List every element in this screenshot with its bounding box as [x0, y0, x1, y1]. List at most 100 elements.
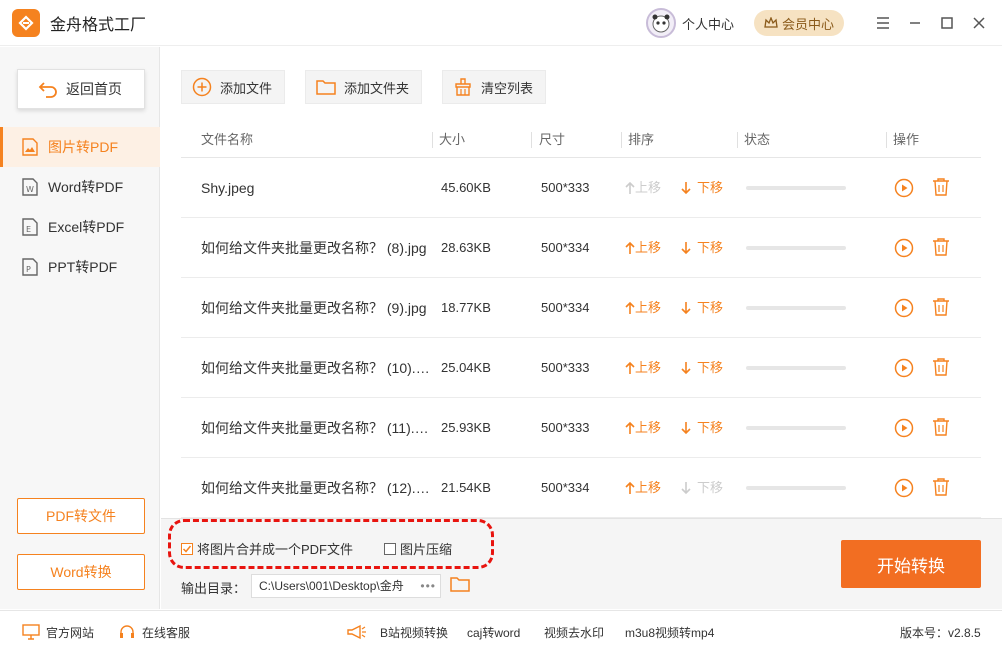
output-path-field[interactable]: C:\Users\001\Desktop\金舟 •••	[251, 574, 441, 598]
open-folder-icon[interactable]	[450, 575, 470, 596]
online-service-link[interactable]: 在线客服	[118, 611, 190, 652]
table-row: 如何给文件夹批量更改名称？ (9).jpg 18.77KB 500*334 上移 下移	[181, 278, 981, 338]
move-down-label: 下移	[697, 360, 724, 375]
return-icon	[38, 82, 57, 98]
merge-pdf-label: 将图片合并成一个PDF文件	[197, 542, 354, 557]
clear-list-label: 清空列表	[481, 80, 534, 96]
merge-pdf-checkbox[interactable]: 将图片合并成一个PDF文件	[181, 539, 353, 558]
pdf-to-file-button[interactable]: PDF转文件	[17, 498, 145, 534]
move-down-label: 下移	[697, 480, 724, 495]
header-dimension: 尺寸	[539, 132, 566, 147]
move-up-label: 上移	[635, 480, 662, 495]
user-avatar[interactable]	[645, 8, 676, 38]
header-order: 排序	[628, 132, 655, 147]
move-down-button[interactable]: 下移	[681, 278, 723, 338]
minimize-icon[interactable]	[900, 8, 930, 38]
play-icon[interactable]	[894, 358, 914, 381]
word-file-icon: W	[22, 178, 38, 196]
version-label: 版本号：v2.8.5	[900, 625, 981, 640]
trash-icon[interactable]	[932, 417, 950, 440]
sidebar-item-label: 图片转PDF	[48, 139, 118, 155]
move-up-button[interactable]: 上移	[625, 218, 661, 278]
file-size: 28.63KB	[441, 240, 491, 255]
more-icon[interactable]: •••	[417, 575, 436, 597]
file-size: 21.54KB	[441, 480, 491, 495]
add-folder-button[interactable]: 添加文件夹	[305, 70, 423, 104]
move-up-button[interactable]: 上移	[625, 278, 661, 338]
start-convert-button[interactable]: 开始转换	[841, 540, 981, 588]
footer-link-caj[interactable]: caj转word	[467, 611, 520, 652]
sidebar-item-word-to-pdf[interactable]: W Word转PDF	[0, 167, 160, 207]
move-down-button[interactable]: 下移	[681, 338, 723, 398]
vip-center-button[interactable]: 会员中心	[753, 10, 844, 36]
table-row: 如何给文件夹批量更改名称？ (12).jpg 21.54KB 500*334 上移 下移	[181, 458, 981, 518]
status-progress-bar	[746, 366, 846, 370]
play-icon[interactable]	[894, 178, 914, 201]
table-body: Shy.jpeg 45.60KB 500*333 上移 下移 如何给文件夹批量更改名称？ …	[181, 158, 981, 518]
trash-icon[interactable]	[932, 237, 950, 260]
table-header: 文件名称 大小 尺寸 排序 状态 操作	[181, 122, 981, 158]
menu-icon[interactable]	[868, 8, 898, 38]
file-dimension: 500*333	[541, 420, 590, 435]
file-dimension: 500*333	[541, 180, 590, 195]
footer-link-watermark[interactable]: 视频去水印	[544, 611, 604, 652]
trash-icon[interactable]	[932, 357, 950, 380]
move-down-button[interactable]: 下移	[681, 398, 723, 458]
move-down-button[interactable]: 下移	[681, 158, 723, 218]
move-down-button[interactable]: 下移	[681, 458, 723, 518]
maximize-icon[interactable]	[932, 8, 962, 38]
trash-icon[interactable]	[932, 297, 950, 320]
folder-icon	[316, 80, 336, 95]
arrow-down-icon	[681, 362, 691, 375]
arrow-down-icon	[681, 422, 691, 435]
sidebar-item-image-to-pdf[interactable]: 图片转PDF	[0, 127, 160, 167]
header-name: 文件名称	[201, 132, 254, 147]
move-up-label: 上移	[635, 240, 662, 255]
arrow-up-icon	[625, 301, 635, 314]
compress-image-checkbox[interactable]: 图片压缩	[384, 539, 452, 558]
arrow-down-icon	[681, 482, 691, 495]
user-center-link[interactable]: 个人中心	[682, 14, 734, 33]
trash-icon[interactable]	[932, 177, 950, 200]
move-up-button[interactable]: 上移	[625, 458, 661, 518]
header-status: 状态	[744, 132, 771, 147]
table-row: 如何给文件夹批量更改名称？ (10).jpg 25.04KB 500*333 上移 下移	[181, 338, 981, 398]
sidebar-item-ppt-to-pdf[interactable]: P PPT转PDF	[0, 247, 160, 287]
toolbar: 添加文件 添加文件夹 清空列表	[181, 70, 566, 104]
file-name: 如何给文件夹批量更改名称？ (11).jpg	[201, 420, 431, 436]
official-website-link[interactable]: 官方网站	[22, 611, 94, 652]
add-file-button[interactable]: 添加文件	[181, 70, 286, 104]
compress-check-icon	[384, 542, 396, 555]
clear-list-button[interactable]: 清空列表	[442, 70, 547, 104]
back-home-button[interactable]: 返回首页	[17, 69, 145, 109]
move-up-button[interactable]: 上移	[625, 398, 661, 458]
table-row: 如何给文件夹批量更改名称？ (8).jpg 28.63KB 500*334 上移 下移	[181, 218, 981, 278]
move-down-button[interactable]: 下移	[681, 218, 723, 278]
megaphone-icon	[346, 611, 374, 652]
play-icon[interactable]	[894, 478, 914, 501]
header-operation: 操作	[893, 132, 920, 147]
move-up-button[interactable]: 上移	[625, 158, 661, 218]
footer-link-m3u8[interactable]: m3u8视频转mp4	[625, 611, 714, 652]
move-up-label: 上移	[635, 300, 662, 315]
ppt-file-icon: P	[22, 258, 38, 276]
close-icon[interactable]	[964, 8, 994, 38]
add-folder-label: 添加文件夹	[344, 80, 410, 96]
footer-link-bilibili[interactable]: B站视频转换	[380, 611, 448, 652]
table-row: Shy.jpeg 45.60KB 500*333 上移 下移	[181, 158, 981, 218]
sidebar-item-excel-to-pdf[interactable]: E Excel转PDF	[0, 207, 160, 247]
arrow-down-icon	[681, 302, 691, 315]
file-size: 45.60KB	[441, 180, 491, 195]
play-icon[interactable]	[894, 298, 914, 321]
play-icon[interactable]	[894, 238, 914, 261]
move-up-button[interactable]: 上移	[625, 338, 661, 398]
options-highlight: 将图片合并成一个PDF文件 图片压缩	[168, 519, 494, 569]
play-icon[interactable]	[894, 418, 914, 441]
bottom-panel: 将图片合并成一个PDF文件 图片压缩 输出目录： C:\Users\001\De…	[161, 518, 1002, 609]
file-name: Shy.jpeg	[201, 180, 255, 196]
file-size: 25.93KB	[441, 420, 491, 435]
word-convert-button[interactable]: Word转换	[17, 554, 145, 590]
move-down-label: 下移	[697, 300, 724, 315]
trash-icon[interactable]	[932, 477, 950, 500]
move-down-label: 下移	[697, 420, 724, 435]
